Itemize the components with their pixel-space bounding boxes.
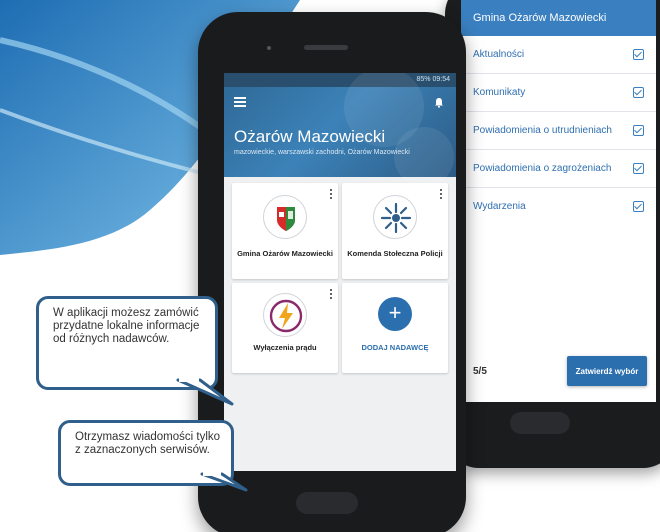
service-label: Wydarzenia [473, 201, 526, 212]
service-list-footer: 5/5 Zatwierdź wybór [461, 348, 656, 402]
checkbox-checked-icon[interactable] [633, 125, 644, 136]
callout-tail [176, 378, 234, 406]
callout-text: Otrzymasz wiadomości tylko z zaznaczonyc… [75, 431, 221, 456]
add-icon[interactable]: + [378, 297, 412, 331]
service-row-news[interactable]: Aktualności [461, 36, 656, 74]
add-sender-card[interactable]: + DODAJ NADAWCĘ [342, 283, 448, 373]
lightning-icon [269, 299, 303, 333]
service-row-disruptions[interactable]: Powiadomienia o utrudnieniach [461, 112, 656, 150]
sender-card-police[interactable]: Komenda Stołeczna Policji [342, 183, 448, 279]
police-star-icon [380, 202, 412, 234]
service-row-events[interactable]: Wydarzenia [461, 188, 656, 226]
callout-text: W aplikacji możesz zamówić przydatne lok… [53, 307, 200, 345]
page-count: 5/5 [473, 366, 487, 377]
front-phone-home-button [296, 492, 358, 514]
checkbox-checked-icon[interactable] [633, 49, 644, 60]
city-header: Ożarów Mazowiecki mazowieckie, warszawsk… [224, 73, 456, 187]
service-label: Powiadomienia o utrudnieniach [473, 125, 612, 136]
checkbox-checked-icon[interactable] [633, 87, 644, 98]
more-options-icon[interactable] [330, 189, 332, 199]
checkbox-checked-icon[interactable] [633, 201, 644, 212]
front-phone-screen: 85% 09:54 Ożarów Mazowiecki mazowieckie,… [224, 73, 456, 471]
status-bar: 85% 09:54 [224, 73, 456, 87]
sender-card-gmina[interactable]: Gmina Ożarów Mazowiecki [232, 183, 338, 279]
city-title: Ożarów Mazowiecki [234, 127, 386, 146]
logo-circle [263, 195, 307, 239]
service-label: Aktualności [473, 49, 525, 60]
sender-name: Gmina Ożarów Mazowiecki [237, 249, 333, 258]
sender-name: Komenda Stołeczna Policji [347, 249, 443, 258]
logo-circle [263, 293, 307, 337]
speaker-grille [304, 45, 348, 50]
sender-card-power-outages[interactable]: Wyłączenia prądu [232, 283, 338, 373]
back-phone-screen: Gmina Ożarów Mazowiecki Aktualności Komu… [461, 0, 656, 402]
coat-of-arms-icon [277, 207, 295, 231]
service-row-announcements[interactable]: Komunikaty [461, 74, 656, 112]
camera-dot [267, 46, 271, 50]
add-sender-label[interactable]: DODAJ NADAWCĘ [346, 343, 444, 352]
confirm-selection-button[interactable]: Zatwierdź wybór [567, 356, 647, 386]
service-label: Komunikaty [473, 87, 526, 98]
more-options-icon[interactable] [330, 289, 332, 299]
bell-icon[interactable] [434, 97, 444, 108]
service-label: Powiadomienia o zagrożeniach [473, 163, 612, 174]
service-list-header: Gmina Ożarów Mazowiecki [461, 0, 656, 36]
checkbox-checked-icon[interactable] [633, 163, 644, 174]
city-location: mazowieckie, warszawski zachodni, Ożarów… [234, 149, 410, 156]
hamburger-menu-icon[interactable] [234, 97, 246, 107]
sender-name: Wyłączenia prądu [253, 343, 317, 352]
header-decoration [394, 127, 454, 187]
callout-info: W aplikacji możesz zamówić przydatne lok… [36, 296, 218, 390]
back-phone-home-button [510, 412, 570, 434]
logo-circle [373, 195, 417, 239]
callout-tail [200, 472, 248, 492]
service-row-threats[interactable]: Powiadomienia o zagrożeniach [461, 150, 656, 188]
more-options-icon[interactable] [440, 189, 442, 199]
